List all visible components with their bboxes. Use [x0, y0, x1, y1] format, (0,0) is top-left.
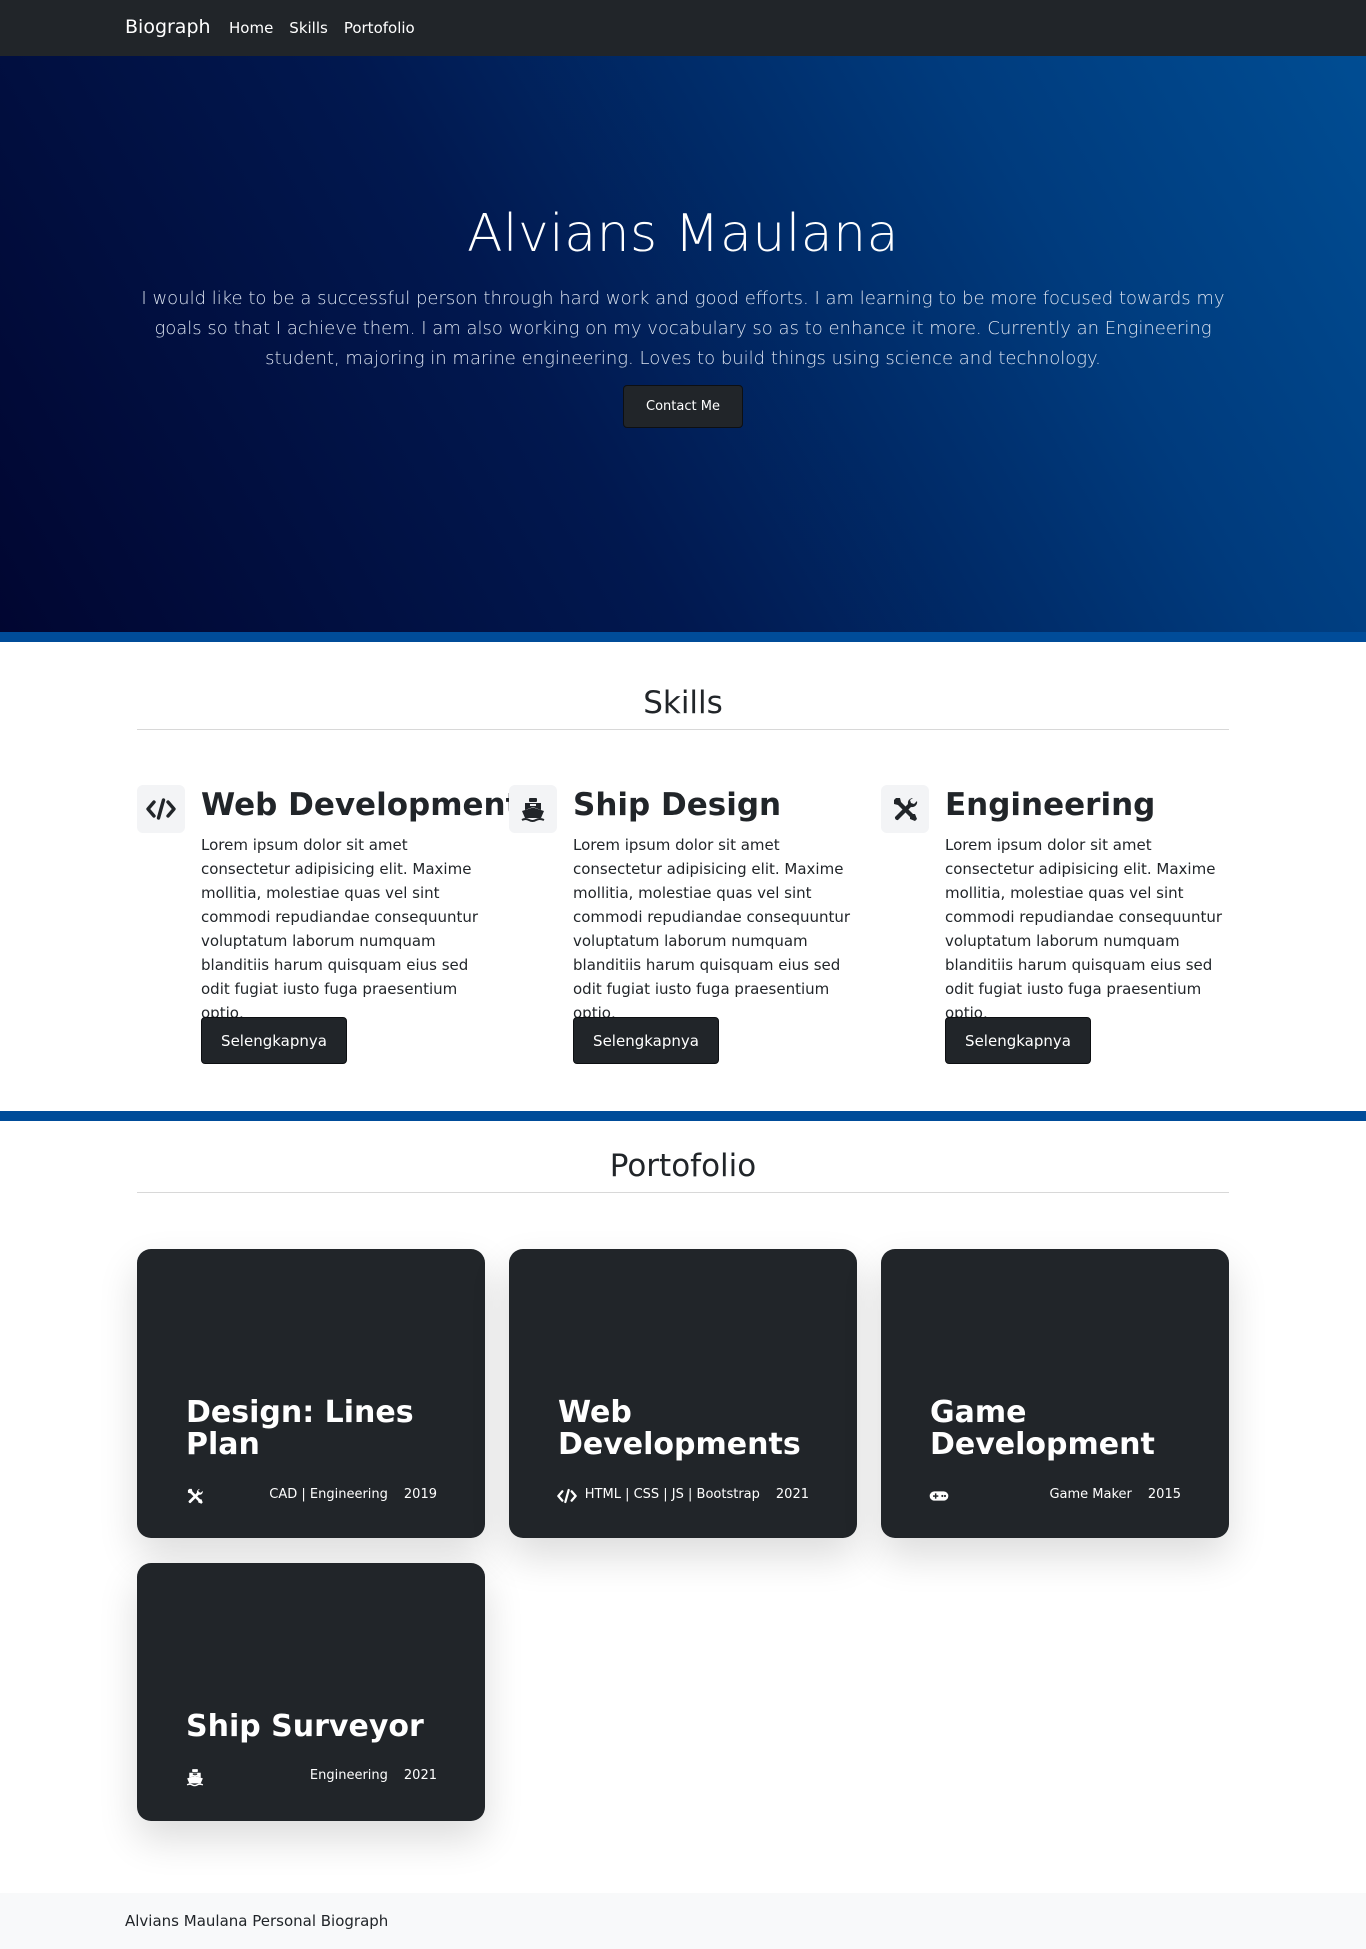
- nav-links: Home Skills Portofolio: [229, 19, 431, 37]
- card-year: 2019: [403, 1487, 437, 1502]
- tools-icon: [881, 785, 929, 833]
- contact-me-button[interactable]: Contact Me: [623, 385, 743, 428]
- portfolio-heading: Portofolio: [609, 1148, 757, 1184]
- card-meta: Game Maker 2015: [1049, 1487, 1181, 1502]
- card-year: 2015: [1147, 1487, 1181, 1502]
- card-title: Design: Lines Plan: [186, 1395, 414, 1462]
- card-year: 2021: [403, 1768, 437, 1783]
- card-meta: CAD | Engineering 2019: [269, 1487, 437, 1502]
- portfolio-card[interactable]: Web Developments HTML | CSS | JS | Boots…: [509, 1249, 857, 1538]
- card-meta: HTML | CSS | JS | Bootstrap 2021: [585, 1487, 809, 1502]
- nav-link-skills[interactable]: Skills: [289, 19, 328, 37]
- skill-description: Lorem ipsum dolor sit amet consectetur a…: [201, 836, 479, 1022]
- skill-title: Engineering: [945, 787, 1156, 823]
- code-icon: [137, 785, 185, 833]
- portfolio-card[interactable]: Ship Surveyor Engineering 2021: [137, 1563, 485, 1821]
- skills-heading-rule: [137, 729, 1229, 730]
- selengkapnya-button[interactable]: Selengkapnya: [573, 1017, 719, 1064]
- brand-link[interactable]: Biograph: [125, 16, 211, 38]
- skill-description: Lorem ipsum dolor sit amet consectetur a…: [573, 836, 851, 1022]
- card-tags: HTML | CSS | JS | Bootstrap: [584, 1487, 760, 1502]
- hero-title: Alvians Maulana: [466, 204, 899, 264]
- skill-engineering: Engineering Lorem ipsum dolor sit amet c…: [881, 785, 1241, 1065]
- card-tags: Engineering: [309, 1768, 388, 1783]
- skill-title: Web Development: [201, 787, 521, 823]
- hero-bio: I would like to be a successful person t…: [141, 288, 1225, 369]
- skill-description: Lorem ipsum dolor sit amet consectetur a…: [945, 836, 1223, 1022]
- card-title: Game Development: [930, 1395, 1155, 1462]
- skill-web-development: Web Development Lorem ipsum dolor sit am…: [137, 785, 520, 1065]
- nav-link-home[interactable]: Home: [229, 19, 273, 37]
- selengkapnya-button[interactable]: Selengkapnya: [201, 1017, 347, 1064]
- card-tags: CAD | Engineering: [269, 1487, 388, 1502]
- card-tags: Game Maker: [1049, 1487, 1132, 1502]
- navbar: Biograph Home Skills Portofolio: [0, 0, 1366, 56]
- skills-heading: Skills: [643, 685, 723, 721]
- code-icon: [557, 1486, 577, 1506]
- card-title: Web Developments: [558, 1395, 801, 1462]
- footer-text: Alvians Maulana Personal Biograph: [125, 1912, 389, 1930]
- card-year: 2021: [775, 1487, 809, 1502]
- hero-divider-stripe: [0, 632, 1366, 642]
- selengkapnya-button[interactable]: Selengkapnya: [945, 1017, 1091, 1064]
- ship-icon: [509, 785, 557, 833]
- skills-divider-stripe: [0, 1111, 1366, 1121]
- ship-icon: [185, 1767, 205, 1787]
- card-meta: Engineering 2021: [310, 1768, 437, 1783]
- portfolio-card[interactable]: Design: Lines Plan CAD | Engineering 201…: [137, 1249, 485, 1538]
- portfolio-card[interactable]: Game Development Game Maker 2015: [881, 1249, 1229, 1538]
- footer: Alvians Maulana Personal Biograph: [0, 1893, 1366, 1949]
- skill-ship-design: Ship Design Lorem ipsum dolor sit amet c…: [509, 785, 869, 1065]
- tools-icon: [185, 1486, 205, 1506]
- portfolio-heading-rule: [137, 1192, 1229, 1193]
- gamepad-icon: [929, 1486, 949, 1506]
- hero-section: Alvians Maulana I would like to be a suc…: [0, 56, 1366, 632]
- skill-title: Ship Design: [573, 787, 782, 823]
- nav-link-portofolio[interactable]: Portofolio: [344, 19, 415, 37]
- card-title: Ship Surveyor: [186, 1709, 424, 1744]
